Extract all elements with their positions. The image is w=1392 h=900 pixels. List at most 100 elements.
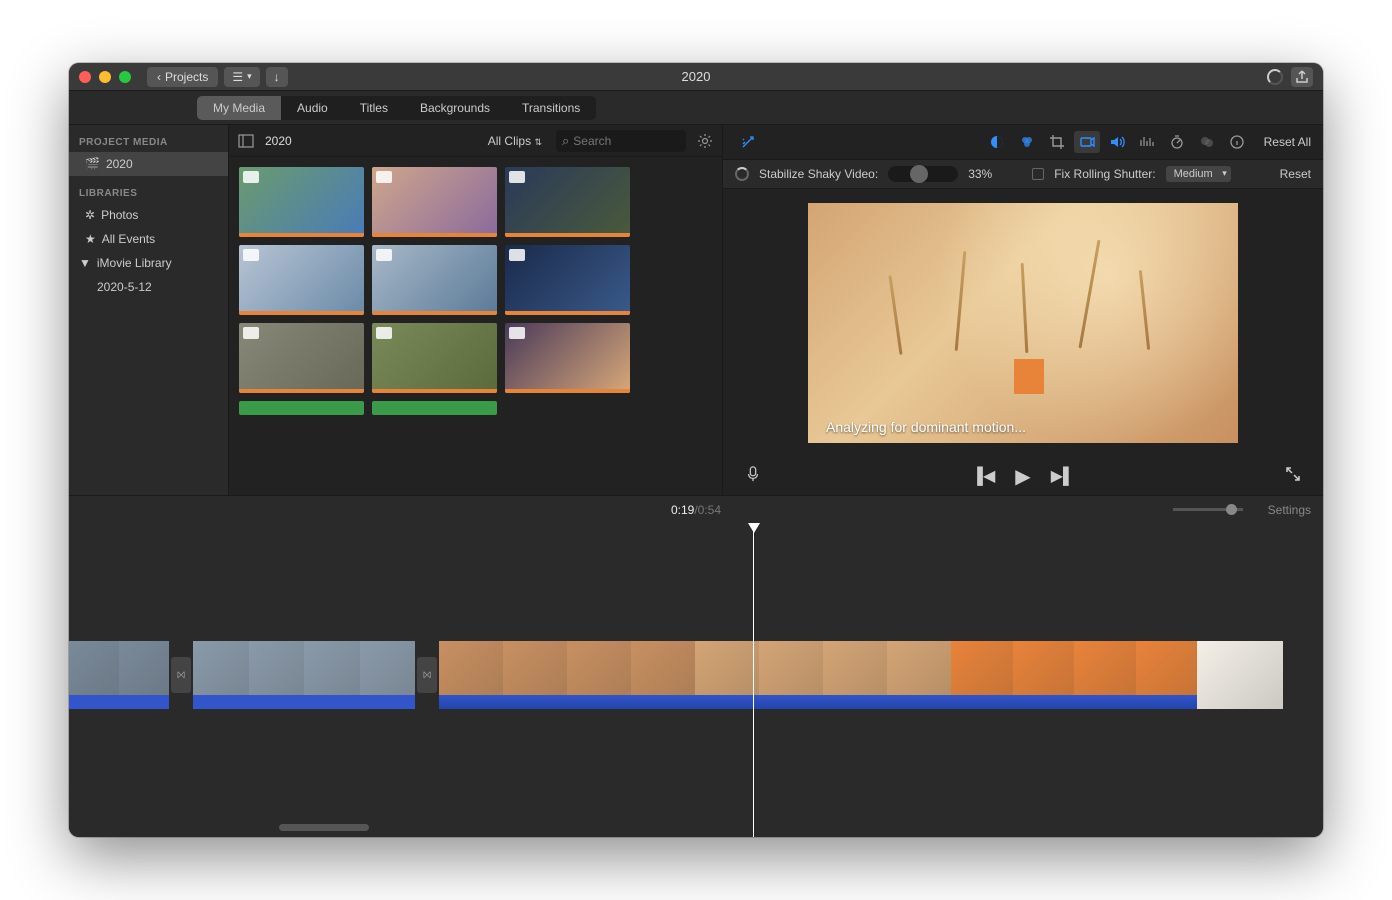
clip-thumbnail[interactable]	[372, 245, 497, 315]
playback-controls: ▐◀ ▶ ▶▌	[723, 457, 1323, 495]
tab-transitions[interactable]: Transitions	[506, 96, 596, 120]
noise-reduction-icon[interactable]	[1134, 131, 1160, 153]
reset-button[interactable]: Reset	[1280, 167, 1311, 181]
activity-icon[interactable]	[1267, 69, 1283, 85]
transition[interactable]: ⨝	[171, 657, 191, 693]
clip-thumbnail[interactable]	[239, 167, 364, 237]
microphone-icon[interactable]	[745, 466, 761, 487]
import-media-button[interactable]: ☰▾	[224, 67, 259, 87]
color-correction-icon[interactable]	[1014, 131, 1040, 153]
clip-thumbnail[interactable]	[239, 245, 364, 315]
clip-filter[interactable]: All Clips ⇅	[488, 134, 542, 148]
minimize-window[interactable]	[99, 71, 111, 83]
transition[interactable]: ⨝	[417, 657, 437, 693]
preview-area: Analyzing for dominant motion...	[723, 189, 1323, 457]
rolling-shutter-select[interactable]: Medium	[1166, 166, 1231, 182]
stabilization-controls: Stabilize Shaky Video: 33% Fix Rolling S…	[723, 159, 1323, 189]
tab-titles[interactable]: Titles	[344, 96, 404, 120]
search-input[interactable]	[573, 134, 680, 148]
sidebar-library[interactable]: ▼ iMovie Library	[69, 251, 228, 275]
audio-clip[interactable]	[372, 401, 497, 415]
horizontal-scrollbar[interactable]	[279, 824, 369, 831]
disclosure-triangle-icon[interactable]: ▼	[79, 256, 91, 270]
camera-icon	[243, 249, 259, 261]
clip-thumbnail[interactable]	[372, 323, 497, 393]
project-name: 2020	[106, 157, 133, 171]
filter-icon[interactable]	[1194, 131, 1220, 153]
spinner-icon	[735, 167, 749, 181]
viewer-tools: Reset All	[723, 125, 1323, 159]
clip-thumbnail[interactable]	[239, 323, 364, 393]
clip-thumbnail[interactable]	[505, 245, 630, 315]
layout-toggle-icon[interactable]	[237, 132, 255, 150]
sidebar-all-events[interactable]: ★ All Events	[69, 227, 228, 251]
clip-thumbnail[interactable]	[372, 167, 497, 237]
rolling-shutter-label: Fix Rolling Shutter:	[1054, 167, 1155, 181]
camera-icon	[376, 327, 392, 339]
crop-icon[interactable]	[1044, 131, 1070, 153]
clapperboard-icon: 🎬	[85, 157, 100, 171]
audio-clip[interactable]	[239, 401, 364, 415]
viewer-panel: Reset All Stabilize Shaky Video: 33% Fix…	[723, 125, 1323, 495]
close-window[interactable]	[79, 71, 91, 83]
sidebar-photos[interactable]: ✲ Photos	[69, 203, 228, 227]
tab-backgrounds[interactable]: Backgrounds	[404, 96, 506, 120]
timeline-clip[interactable]	[439, 641, 695, 709]
next-frame-button[interactable]: ▶▌	[1051, 466, 1075, 486]
color-balance-icon[interactable]	[984, 131, 1010, 153]
titlebar: ‹ Projects ☰▾ ↓ 2020	[69, 63, 1323, 91]
preview-frame[interactable]: Analyzing for dominant motion...	[808, 203, 1238, 443]
enhance-icon[interactable]	[735, 131, 761, 153]
timeline-settings[interactable]: Settings	[1268, 503, 1311, 517]
list-icon: ☰	[232, 70, 243, 84]
stabilize-slider[interactable]	[888, 166, 958, 182]
zoom-window[interactable]	[119, 71, 131, 83]
chevron-left-icon: ‹	[157, 70, 161, 84]
timeline-clip[interactable]	[951, 641, 1197, 709]
analysis-status: Analyzing for dominant motion...	[826, 419, 1026, 435]
download-button[interactable]: ↓	[266, 67, 288, 87]
camera-icon	[243, 171, 259, 183]
tab-my-media[interactable]: My Media	[197, 96, 281, 120]
tab-audio[interactable]: Audio	[281, 96, 344, 120]
sidebar-header-libraries: LIBRARIES	[69, 184, 228, 203]
camera-icon	[376, 249, 392, 261]
timeline-clip[interactable]	[695, 641, 951, 709]
sidebar-event[interactable]: 2020-5-12	[69, 275, 228, 299]
timeline-clip[interactable]	[193, 641, 415, 709]
rolling-shutter-checkbox[interactable]	[1032, 168, 1044, 180]
share-icon	[1294, 69, 1310, 85]
playhead[interactable]	[753, 523, 754, 837]
clip-thumbnail[interactable]	[505, 167, 630, 237]
search-icon: ⌕	[562, 133, 569, 149]
info-icon[interactable]	[1224, 131, 1250, 153]
sidebar-project[interactable]: 🎬 2020	[69, 152, 228, 176]
reset-all-button[interactable]: Reset All	[1264, 135, 1311, 149]
media-browser: 2020 All Clips ⇅ ⌕	[229, 125, 723, 495]
camera-icon	[509, 249, 525, 261]
timeline[interactable]: ⨝⨝	[69, 523, 1323, 837]
clip-thumbnail[interactable]	[505, 323, 630, 393]
timeline-clip[interactable]	[69, 641, 169, 709]
back-to-projects-button[interactable]: ‹ Projects	[147, 67, 218, 87]
sidebar-header-project: PROJECT MEDIA	[69, 133, 228, 152]
volume-icon[interactable]	[1104, 131, 1130, 153]
camera-icon	[509, 327, 525, 339]
fullscreen-icon[interactable]	[1285, 466, 1301, 487]
play-button[interactable]: ▶	[1015, 464, 1030, 489]
timeline-clip[interactable]	[1197, 641, 1283, 709]
prev-frame-button[interactable]: ▐◀	[972, 466, 996, 486]
app-window: ‹ Projects ☰▾ ↓ 2020 My MediaAudioTitles…	[69, 63, 1323, 837]
search-field[interactable]: ⌕	[556, 130, 686, 152]
stabilization-icon[interactable]	[1074, 131, 1100, 153]
window-controls	[79, 71, 131, 83]
browser-title: 2020	[265, 134, 478, 148]
video-track: ⨝⨝	[69, 641, 1323, 721]
zoom-slider[interactable]	[1173, 508, 1243, 511]
share-button[interactable]	[1291, 67, 1313, 87]
speed-icon[interactable]	[1164, 131, 1190, 153]
stabilize-label: Stabilize Shaky Video:	[759, 167, 878, 181]
download-icon: ↓	[274, 70, 280, 84]
gear-icon[interactable]	[696, 132, 714, 150]
timeline-header: 0:19 / 0:54 Settings	[69, 495, 1323, 523]
